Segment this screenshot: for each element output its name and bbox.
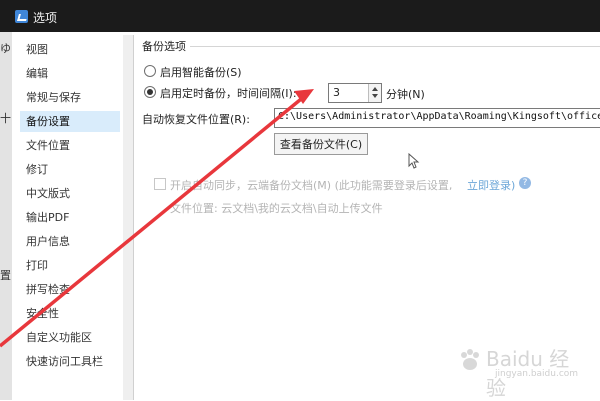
sidebar-item-print[interactable]: 打印 <box>20 255 120 276</box>
sidebar-scrollbar[interactable] <box>123 35 134 400</box>
edge-fragment: 置 <box>0 269 11 282</box>
smart-backup-label[interactable]: 启用智能备份(S) <box>160 64 242 80</box>
interval-unit-label: 分钟(N) <box>386 88 425 101</box>
watermark-subtext: jingyan.baidu.com <box>495 369 579 379</box>
group-divider <box>190 46 600 47</box>
sidebar-item-edit[interactable]: 编辑 <box>20 63 120 84</box>
sidebar-item-chinese-layout[interactable]: 中文版式 <box>20 183 120 204</box>
sidebar-item-file-locations[interactable]: 文件位置 <box>20 135 120 156</box>
app-icon <box>15 10 28 23</box>
options-sidebar: 视图 编辑 常规与保存 备份设置 文件位置 修订 中文版式 输出PDF 用户信息… <box>18 35 124 400</box>
sidebar-item-customize-ribbon[interactable]: 自定义功能区 <box>20 327 120 348</box>
sidebar-item-user-info[interactable]: 用户信息 <box>20 231 120 252</box>
timed-backup-label[interactable]: 启用定时备份，时间间隔(I): <box>160 85 297 101</box>
window-title: 选项 <box>33 11 58 25</box>
sidebar-item-general-save[interactable]: 常规与保存 <box>20 87 120 108</box>
autorecover-location-path[interactable]: C:\Users\Administrator\AppData\Roaming\K… <box>278 111 600 122</box>
cloud-file-location-text: 文件位置: 云文档\我的云文档\自动上传文件 <box>170 202 383 215</box>
cloud-backup-checkbox[interactable] <box>154 178 166 190</box>
sidebar-item-quick-access-toolbar[interactable]: 快速访问工具栏 <box>20 351 120 372</box>
sidebar-item-export-pdf[interactable]: 输出PDF <box>20 207 120 228</box>
increase-icon[interactable] <box>372 87 378 91</box>
edge-fragment: 十 <box>0 112 11 125</box>
sidebar-item-revisions[interactable]: 修订 <box>20 159 120 180</box>
baidu-jingyan-watermark: Baidu 经验 jingyan.baidu.com <box>455 337 585 400</box>
mouse-cursor-icon <box>408 153 420 169</box>
sidebar-item-security[interactable]: 安全性 <box>20 303 120 324</box>
view-backup-files-button[interactable]: 查看备份文件(C) <box>274 133 368 155</box>
backup-interval-value[interactable]: 3 <box>333 86 340 99</box>
cloud-backup-label: 开启自动同步，云端备份文档(M) (此功能需要登录后设置, <box>170 179 453 192</box>
backup-interval-stepper[interactable]: 3 <box>328 83 382 103</box>
sidebar-item-view[interactable]: 视图 <box>20 39 120 60</box>
group-title-backup-options: 备份选项 <box>142 40 186 53</box>
interval-stepper-buttons[interactable] <box>368 84 381 102</box>
autorecover-location-label: 自动恢复文件位置(R): <box>142 113 250 126</box>
edge-fragment: ゆ <box>0 42 11 55</box>
sidebar-item-spell-check[interactable]: 拼写检查 <box>20 279 120 300</box>
login-now-link[interactable]: 立即登录) <box>467 177 515 193</box>
baidu-paw-icon <box>461 349 479 370</box>
help-icon[interactable]: ? <box>519 177 531 189</box>
autorecover-location-field[interactable]: C:\Users\Administrator\AppData\Roaming\K… <box>274 108 600 128</box>
title-bar: 选项 <box>0 0 600 32</box>
smart-backup-radio[interactable] <box>144 65 156 77</box>
timed-backup-radio[interactable] <box>144 86 156 98</box>
sidebar-item-backup-settings[interactable]: 备份设置 <box>20 111 120 132</box>
decrease-icon[interactable] <box>372 94 378 98</box>
